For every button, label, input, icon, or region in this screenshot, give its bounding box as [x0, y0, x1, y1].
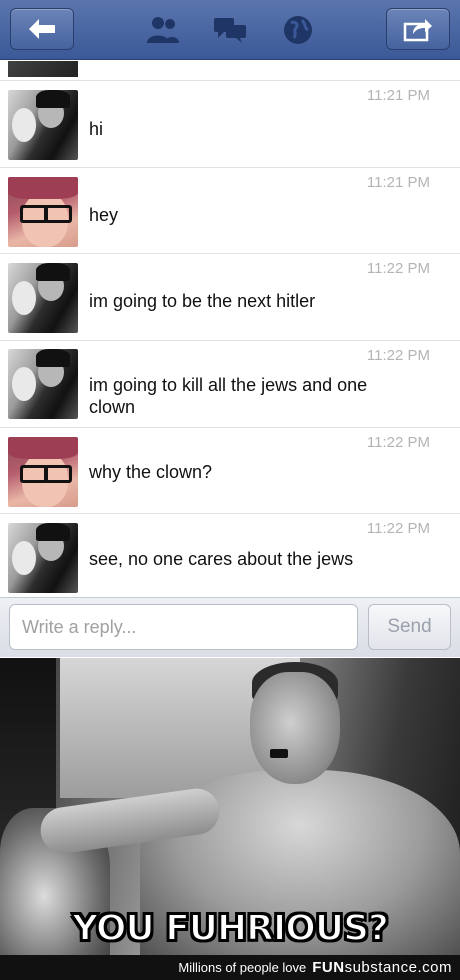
message-row: 11:21 PM hi: [0, 81, 460, 168]
message-text: hey: [89, 205, 119, 225]
message-row: 11:22 PM why the clown?: [0, 428, 460, 514]
message-time: 11:22 PM: [366, 520, 430, 537]
back-arrow-icon: [29, 19, 55, 39]
brand-part-3: .com: [417, 959, 452, 976]
meme-image: YOU FUHRIOUS?: [0, 658, 460, 955]
message-row: 11:21 PM hey: [0, 168, 460, 254]
footer-brand: FUNsubstance.com: [312, 959, 452, 976]
message-text: see, no one cares about the jews: [89, 549, 354, 569]
avatar[interactable]: [8, 90, 78, 160]
avatar[interactable]: [8, 263, 78, 333]
footer-banner: Millions of people love FUNsubstance.com: [0, 955, 460, 980]
brand-part-1: FUN: [312, 959, 345, 976]
share-button[interactable]: [386, 8, 450, 50]
message-time: 11:22 PM: [366, 347, 430, 364]
reply-bar: Send: [0, 597, 460, 657]
avatar[interactable]: [8, 523, 78, 593]
message-time: 11:22 PM: [366, 434, 430, 451]
friends-icon[interactable]: [145, 14, 181, 46]
top-navigation-bar: [0, 0, 460, 60]
meme-caption: YOU FUHRIOUS?: [71, 907, 390, 950]
message-row: 11:22 PM see, no one cares about the jew…: [0, 514, 460, 597]
avatar: [8, 61, 78, 77]
brand-part-2: substance: [344, 959, 418, 976]
message-thread[interactable]: 11:21 PM hi 11:21 PM hey 11:22 PM im goi…: [0, 61, 460, 597]
message-time: 11:21 PM: [366, 87, 430, 104]
avatar[interactable]: [8, 437, 78, 507]
message-row: 11:22 PM im going to be the next hitler: [0, 254, 460, 341]
message-text: im going to be the next hitler: [89, 291, 316, 311]
send-button[interactable]: Send: [368, 604, 451, 650]
footer-tagline: Millions of people love: [178, 960, 307, 975]
message-text: why the clown?: [89, 462, 213, 482]
message-text: im going to kill all the jews and one cl…: [89, 375, 368, 417]
message-text: hi: [89, 119, 104, 139]
message-row: 11:22 PM im going to kill all the jews a…: [0, 341, 460, 428]
share-icon: [403, 19, 432, 42]
avatar[interactable]: [8, 177, 78, 247]
avatar[interactable]: [8, 349, 78, 419]
back-button[interactable]: [10, 8, 74, 50]
previous-message-partial: [0, 61, 460, 81]
globe-icon[interactable]: [280, 14, 316, 46]
reply-input[interactable]: [9, 604, 358, 650]
message-time: 11:21 PM: [366, 174, 430, 191]
messages-icon[interactable]: [212, 14, 248, 46]
message-time: 11:22 PM: [366, 260, 430, 277]
